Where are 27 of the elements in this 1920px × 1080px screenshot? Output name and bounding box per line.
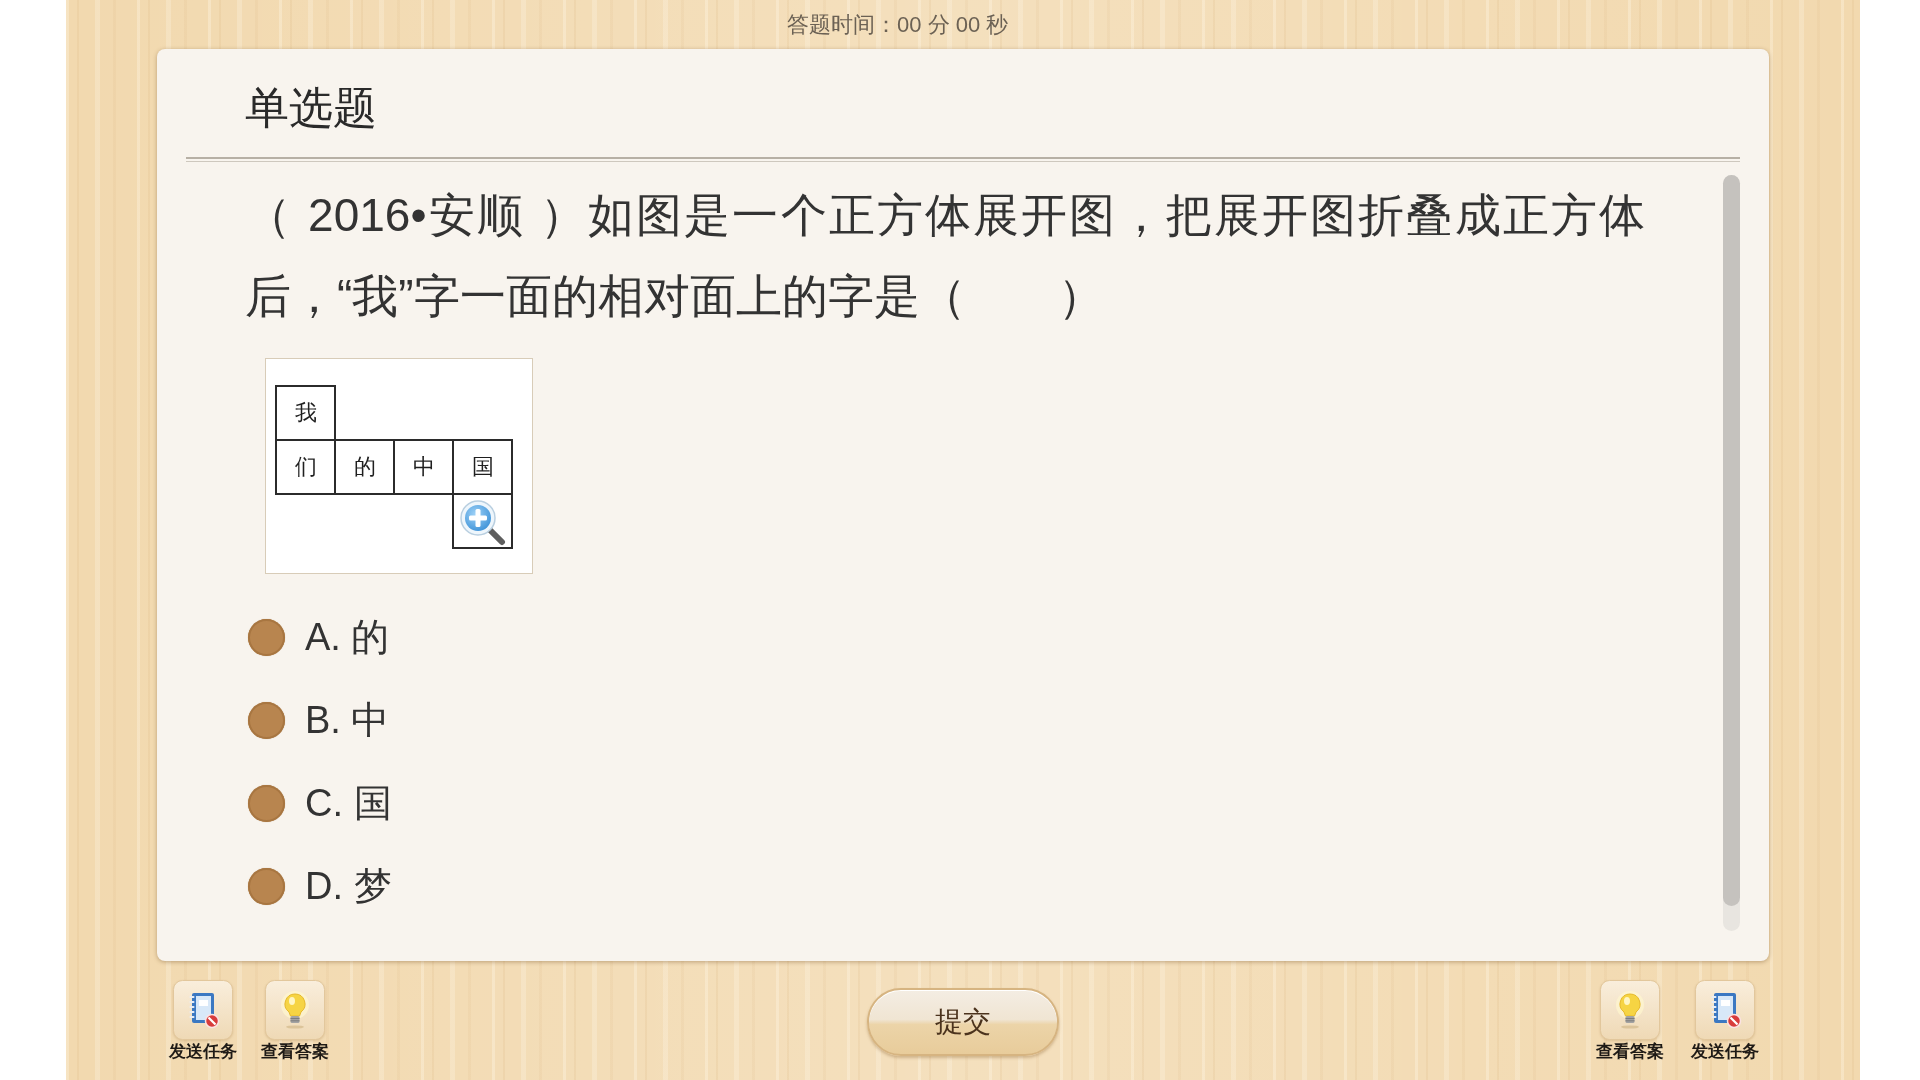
radio-button[interactable] <box>248 868 285 905</box>
lightbulb-icon <box>1600 980 1660 1040</box>
net-face: 国 <box>452 439 513 495</box>
radio-button[interactable] <box>248 785 285 822</box>
send-task-button[interactable]: 发送任务 <box>163 980 243 1062</box>
answer-option[interactable]: B. 中 <box>245 679 392 762</box>
net-face <box>452 493 513 549</box>
answer-option[interactable]: C. 国 <box>245 762 392 845</box>
view-answer-button[interactable]: 查看答案 <box>255 980 335 1062</box>
notebook-icon <box>173 980 233 1040</box>
net-face: 我 <box>275 385 336 441</box>
zoom-in-icon[interactable] <box>458 498 506 546</box>
view-answer-button[interactable]: 查看答案 <box>1590 980 1670 1062</box>
timer-text: 答题时间：00 分 00 秒 <box>787 10 1009 39</box>
question-type-title: 单选题 <box>245 81 377 134</box>
radio-button[interactable] <box>248 702 285 739</box>
notebook-icon <box>1695 980 1755 1040</box>
net-face: 中 <box>393 439 454 495</box>
answer-option[interactable]: A. 的 <box>245 596 392 679</box>
send-task-button[interactable]: 发送任务 <box>1685 980 1765 1062</box>
net-face: 的 <box>334 439 395 495</box>
question-text: （ 2016•安顺 ）如图是一个正方体展开图，把展开图折叠成正方体后，“我”字一面的相对面上的字是（ ） <box>245 188 1645 324</box>
lightbulb-icon <box>265 980 325 1040</box>
net-face: 们 <box>275 439 336 495</box>
submit-button[interactable]: 提交 <box>867 988 1059 1056</box>
radio-button[interactable] <box>248 619 285 656</box>
answer-option[interactable]: D. 梦 <box>245 845 392 928</box>
